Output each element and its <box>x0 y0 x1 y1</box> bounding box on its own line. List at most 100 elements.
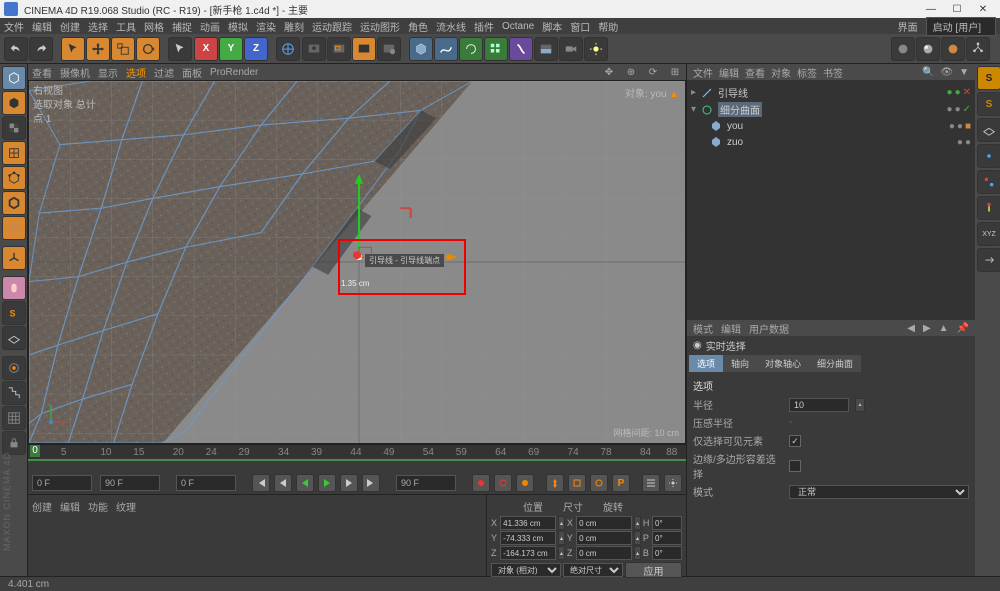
spinner[interactable]: ▴ <box>634 546 641 560</box>
goto-start-button[interactable] <box>252 474 270 492</box>
view-tab[interactable]: 查看 <box>32 65 52 80</box>
polygon-mode[interactable] <box>2 216 26 240</box>
make-editable[interactable] <box>2 66 26 90</box>
attr-tab[interactable]: 对象轴心 <box>757 355 809 372</box>
settings-button[interactable] <box>664 474 682 492</box>
viewport-3d[interactable]: 右视图 选取对象 总计 点 1 对象: you ▲ 网格间距: 10 cm 引导… <box>28 80 686 444</box>
spinner[interactable]: ▴ <box>634 516 641 530</box>
frame-end2[interactable] <box>396 475 456 491</box>
rot-h-input[interactable] <box>652 516 682 530</box>
menu-item[interactable]: 插件 <box>474 19 494 34</box>
visible-only-checkbox[interactable] <box>789 435 801 447</box>
mat-tab[interactable]: 纹理 <box>116 499 136 514</box>
frame-start[interactable] <box>32 475 92 491</box>
view-tab[interactable]: 显示 <box>98 65 118 80</box>
obj-menu[interactable]: 书签 <box>823 65 843 80</box>
menu-item[interactable]: 帮助 <box>598 19 618 34</box>
menu-item[interactable]: 脚本 <box>542 19 562 34</box>
spinner[interactable]: ▴ <box>634 531 641 545</box>
step-back-button[interactable] <box>274 474 292 492</box>
attr-tab[interactable]: 选项 <box>689 355 723 372</box>
layout-select[interactable]: 启动 [用户] <box>926 17 996 36</box>
pos-y-input[interactable] <box>500 531 556 545</box>
mode-select[interactable]: 正常 <box>789 485 969 499</box>
scale-tool[interactable] <box>111 37 135 61</box>
obj-menu[interactable]: 编辑 <box>719 65 739 80</box>
frame-current[interactable] <box>176 475 236 491</box>
workplane-tool[interactable] <box>977 118 1000 142</box>
nav-back-icon[interactable]: ◀ <box>907 323 915 334</box>
material-icon[interactable] <box>941 37 965 61</box>
pos-key[interactable] <box>546 474 564 492</box>
rot-key[interactable] <box>590 474 608 492</box>
model-mode[interactable] <box>2 91 26 115</box>
add-camera[interactable] <box>559 37 583 61</box>
play-back-button[interactable] <box>296 474 314 492</box>
size-y-input[interactable] <box>576 531 632 545</box>
size-z-input[interactable] <box>576 546 632 560</box>
snap-toggle[interactable]: S <box>2 301 26 325</box>
keysel-button[interactable] <box>516 474 534 492</box>
step-fwd-button[interactable] <box>340 474 358 492</box>
rotate-tool[interactable] <box>136 37 160 61</box>
filter-icon[interactable]: ▼ <box>959 67 969 78</box>
tool-mouse[interactable] <box>2 276 26 300</box>
play-button[interactable] <box>318 474 336 492</box>
render-picture[interactable] <box>352 37 376 61</box>
undo-button[interactable] <box>4 37 28 61</box>
attr-menu[interactable]: 模式 <box>693 321 713 336</box>
view-tab[interactable]: ProRender <box>210 67 258 78</box>
xyz-label[interactable]: XYZ <box>977 222 1000 246</box>
edge-snap[interactable] <box>977 170 1000 194</box>
menu-item[interactable]: 网格 <box>144 19 164 34</box>
axis-mode[interactable] <box>2 246 26 270</box>
pos-z-input[interactable] <box>500 546 556 560</box>
menu-item[interactable]: 捕捉 <box>172 19 192 34</box>
menu-item[interactable]: 选择 <box>88 19 108 34</box>
record-button[interactable] <box>472 474 490 492</box>
menu-item[interactable]: 窗口 <box>570 19 590 34</box>
attr-menu[interactable]: 编辑 <box>721 321 741 336</box>
expand-icon[interactable]: ▾ <box>691 104 696 115</box>
param-key[interactable]: P <box>612 474 630 492</box>
menu-item[interactable]: 渲染 <box>256 19 276 34</box>
coord-space-select[interactable]: 对象 (相对) <box>491 563 561 577</box>
menu-item[interactable]: 角色 <box>408 19 428 34</box>
x-axis-button[interactable]: X <box>194 37 218 61</box>
menu-item[interactable]: 文件 <box>4 19 24 34</box>
point-mode[interactable] <box>2 166 26 190</box>
view-tab[interactable]: 过滤 <box>154 65 174 80</box>
snap-s-button[interactable]: S <box>977 66 1000 90</box>
view-tab[interactable]: 选项 <box>126 65 146 80</box>
snap-s2-button[interactable]: S <box>977 92 1000 116</box>
add-cube[interactable] <box>409 37 433 61</box>
timeline-ruler[interactable]: 0 51015202429343944495459646974788488 <box>28 445 686 459</box>
close-button[interactable]: ✕ <box>970 1 996 18</box>
obj-menu[interactable]: 文件 <box>693 65 713 80</box>
options-button[interactable] <box>642 474 660 492</box>
structure-icon[interactable] <box>966 37 990 61</box>
coord-scale-select[interactable]: 绝对尺寸 <box>563 563 623 577</box>
pos-x-input[interactable] <box>500 516 556 530</box>
menu-item[interactable]: 流水线 <box>436 19 466 34</box>
render-region[interactable] <box>327 37 351 61</box>
y-axis-button[interactable]: Y <box>219 37 243 61</box>
workplane[interactable] <box>2 326 26 350</box>
maximize-vp-icon[interactable]: ⊞ <box>668 65 682 79</box>
add-deformer[interactable] <box>509 37 533 61</box>
obj-menu[interactable]: 对象 <box>771 65 791 80</box>
size-x-input[interactable] <box>576 516 632 530</box>
menu-item[interactable]: 运动图形 <box>360 19 400 34</box>
menu-item[interactable]: 模拟 <box>228 19 248 34</box>
point-snap[interactable] <box>977 196 1000 220</box>
rot-p-input[interactable] <box>652 531 682 545</box>
nav-fwd-icon[interactable]: ▶ <box>923 323 931 334</box>
expand-icon[interactable]: ▸ <box>691 87 696 98</box>
orbit-icon[interactable]: ⟳ <box>646 65 660 79</box>
obj-menu[interactable]: 标签 <box>797 65 817 80</box>
maximize-button[interactable]: ☐ <box>944 1 970 18</box>
render-view[interactable] <box>302 37 326 61</box>
add-array[interactable] <box>484 37 508 61</box>
radius-input[interactable] <box>789 398 849 412</box>
z-axis-button[interactable]: Z <box>244 37 268 61</box>
